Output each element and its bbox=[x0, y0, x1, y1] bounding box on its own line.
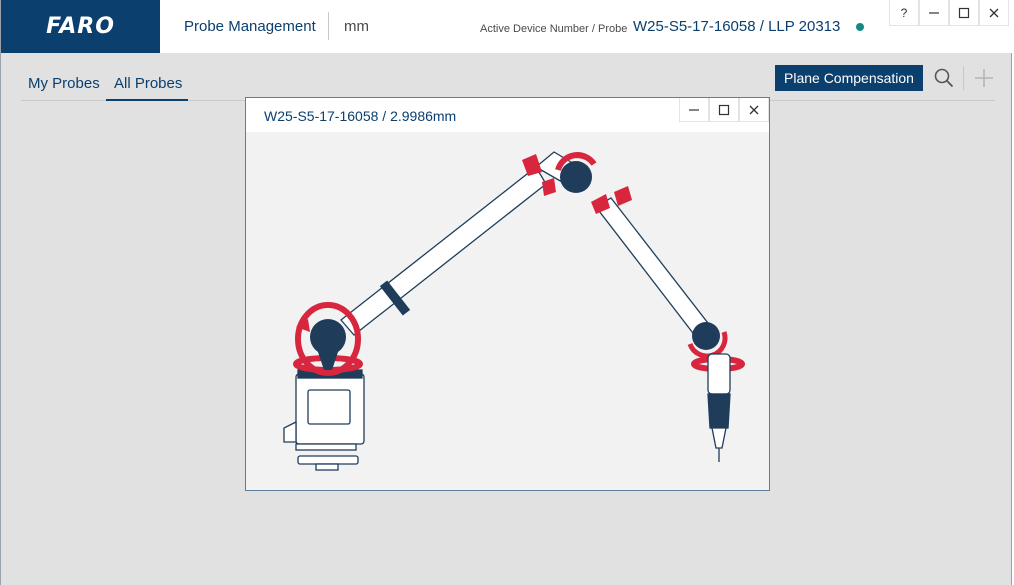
help-button[interactable]: ? bbox=[889, 0, 919, 26]
device-status-indicator bbox=[856, 23, 864, 31]
close-icon bbox=[989, 8, 999, 17]
logo-text: FARO bbox=[46, 14, 115, 39]
faro-logo: FARO bbox=[1, 0, 160, 53]
faro-arm-illustration bbox=[283, 151, 745, 471]
tab-my-probes[interactable]: My Probes bbox=[28, 75, 100, 92]
close-button[interactable] bbox=[979, 0, 1009, 26]
toolbar-divider bbox=[963, 66, 964, 90]
active-device-label: Active Device Number / Probe bbox=[480, 23, 628, 35]
add-probe-button[interactable] bbox=[973, 67, 995, 89]
app-window: FARO Probe Management mm Active Device N… bbox=[0, 0, 1013, 585]
active-device-value: W25-S5-17-16058 / LLP 20313 bbox=[633, 18, 841, 35]
probe-handle bbox=[707, 353, 731, 462]
search-button[interactable] bbox=[933, 67, 955, 89]
arm-base bbox=[283, 369, 365, 471]
shoulder-joint bbox=[293, 302, 363, 376]
app-title: Probe Management bbox=[184, 18, 316, 35]
dialog-title: W25-S5-17-16058 / 2.9986mm bbox=[264, 108, 457, 124]
title-divider bbox=[328, 12, 329, 40]
minimize-icon bbox=[929, 11, 939, 14]
minimize-button[interactable] bbox=[919, 0, 949, 26]
unit-selector[interactable]: mm bbox=[344, 18, 369, 35]
maximize-icon bbox=[958, 7, 970, 18]
maximize-icon bbox=[718, 104, 730, 115]
plus-icon bbox=[975, 69, 993, 87]
dialog-close-button[interactable] bbox=[739, 98, 769, 122]
dialog-header: W25-S5-17-16058 / 2.9986mm bbox=[246, 98, 769, 132]
minimize-icon bbox=[689, 108, 699, 111]
search-icon bbox=[934, 68, 954, 88]
dialog-minimize-button[interactable] bbox=[679, 98, 709, 122]
lower-arm-segment bbox=[340, 166, 547, 336]
close-icon bbox=[749, 105, 759, 114]
top-bar: FARO Probe Management mm Active Device N… bbox=[1, 0, 1013, 53]
maximize-button[interactable] bbox=[949, 0, 979, 26]
tab-all-probes[interactable]: All Probes bbox=[114, 75, 182, 92]
plane-compensation-button[interactable]: Plane Compensation bbox=[775, 65, 923, 91]
dialog-maximize-button[interactable] bbox=[709, 98, 739, 122]
active-tab-indicator bbox=[106, 99, 188, 101]
probe-dialog: W25-S5-17-16058 / 2.9986mm bbox=[245, 97, 770, 491]
